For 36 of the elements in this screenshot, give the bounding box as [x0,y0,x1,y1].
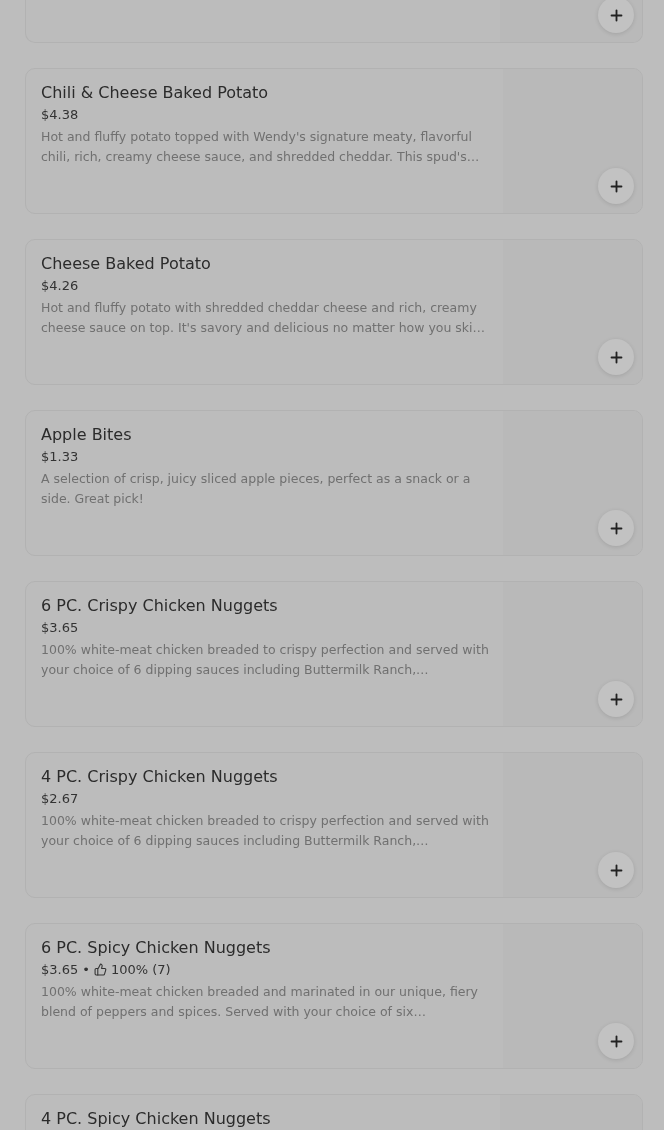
separator: • [82,962,90,977]
item-name: 4 PC. Crispy Chicken Nuggets [41,767,279,786]
menu-item-card[interactable]: 4 PC. Crispy Chicken Nuggets $2.67 100% white-meat chicken breaded to crispy perfection and served with your choice of 6 dipping sauces including Buttermilk Ranch,… [25,752,643,898]
item-name: 6 PC. Crispy Chicken Nuggets [41,596,279,615]
thumbs-up-icon [93,963,107,976]
item-name: Cheese Baked Potato [41,254,212,273]
add-button[interactable] [598,1023,634,1059]
menu-item-card[interactable]: 6 PC. Spicy Chicken Nuggets $3.65 • 100% (7) 100% white-meat chicken breaded and marinated in our unique, fiery blend of peppers and spices. Served with your choice of six… [25,923,643,1069]
menu-item-card[interactable]: 4 PC. Spicy Chicken Nuggets [25,1094,643,1130]
menu-item-card[interactable]: Apple Bites $1.33 A selection of crisp, juicy sliced apple pieces, perfect as a snack or a side. Great pick! [25,410,643,556]
item-price: $4.38 [41,107,79,122]
add-button[interactable] [598,0,634,33]
menu-item-card[interactable]: Chili & Cheese Baked Potato $4.38 Hot and fluffy potato topped with Wendy's signature meaty, flavorful chili, rich, creamy cheese sauce, and shredded cheddar. This spud's… [25,68,643,214]
item-price: $3.65 [41,962,79,977]
item-name: Apple Bites [41,425,133,444]
menu-item-card[interactable]: 6 PC. Crispy Chicken Nuggets $3.65 100% white-meat chicken breaded to crispy perfection and served with your choice of 6 dipping sauces including Buttermilk Ranch,… [25,581,643,727]
item-price: $3.65 [41,620,79,635]
add-button[interactable] [598,681,634,717]
item-name: 4 PC. Spicy Chicken Nuggets [41,1109,272,1128]
item-price: $4.26 [41,278,79,293]
item-description: Hot and fluffy potato topped with Wendy's signature meaty, flavorful chili, rich, creamy cheese sauce, and shredded cheddar. This spud's… [41,128,481,166]
item-name: Chili & Cheese Baked Potato [41,83,270,102]
add-button[interactable] [598,852,634,888]
menu-item-card[interactable]: Cheese Baked Potato $4.26 Hot and fluffy potato with shredded cheddar cheese and rich, creamy cheese sauce on top. It's savory and delicious no matter how you ski… [25,239,643,385]
item-rating: 100% (7) [110,962,171,977]
add-button[interactable] [598,510,634,546]
item-description: 100% white-meat chicken breaded to crispy perfection and served with your choice of 6 dipping sauces including Buttermilk Ranch,… [41,812,489,850]
item-name: 6 PC. Spicy Chicken Nuggets [41,938,272,957]
add-button[interactable] [598,168,634,204]
item-description: 100% white-meat chicken breaded to crispy perfection and served with your choice of 6 dipping sauces including Buttermilk Ranch,… [41,641,489,679]
item-description: Hot and fluffy potato with shredded cheddar cheese and rich, creamy cheese sauce on top. It's savory and delicious no matter how you ski… [41,299,487,337]
item-price: $2.67 [41,791,79,806]
item-price: $1.33 [41,449,79,464]
item-description: 100% white-meat chicken breaded and marinated in our unique, fiery blend of peppers and spices. Served with your choice of six… [41,983,480,1021]
add-button[interactable] [598,339,634,375]
item-description: A selection of crisp, juicy sliced apple pieces, perfect as a snack or a side. Great pick! [41,470,472,508]
